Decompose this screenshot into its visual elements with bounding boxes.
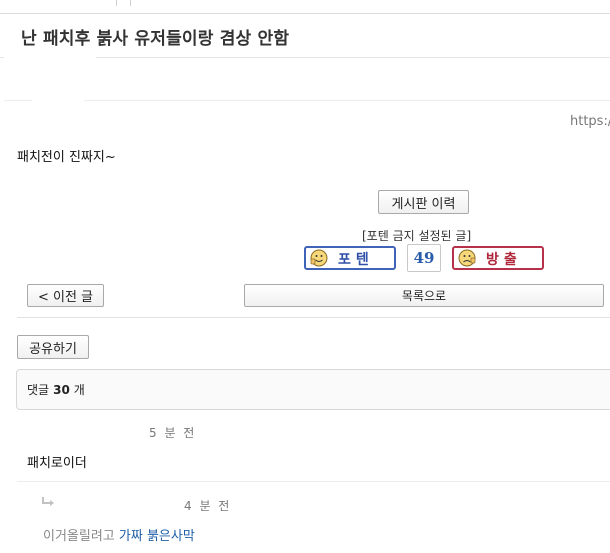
post-title: 난 패치후 붉사 유저들이랑 겸상 안함 [21, 29, 290, 49]
reply-mention-link[interactable]: 가짜 붉은사막 [119, 529, 195, 544]
reply-text-plain: 이거올릴려고 [43, 529, 115, 544]
comment-count-bar[interactable]: 댓글 30 개 [16, 369, 610, 410]
reply-timestamp: 4 분 전 [184, 499, 232, 513]
comment-divider [17, 481, 610, 482]
board-history-button[interactable]: 게시판 이력 [378, 190, 469, 214]
previous-post-button[interactable]: < 이전 글 [27, 284, 104, 307]
top-bar-tick [116, 0, 117, 6]
vote-down-button[interactable]: 방출 [452, 246, 544, 270]
source-link[interactable]: https:// [570, 114, 610, 129]
divider-fragment [4, 100, 32, 101]
thumbs-down-face-icon [458, 249, 476, 267]
potent-ban-note: [포텐 금지 설정된 글] [362, 229, 472, 243]
thumbs-up-face-icon [310, 249, 328, 267]
vote-count: 49 [407, 244, 441, 272]
title-divider [0, 57, 610, 58]
share-button[interactable]: 공유하기 [17, 335, 89, 359]
section-divider [17, 317, 610, 318]
reply-arrow-icon [42, 497, 54, 506]
divider-fragment [84, 100, 610, 101]
comment-count: 30 [53, 382, 70, 397]
comment-header-suffix: 개 [73, 383, 85, 397]
vote-down-label: 방출 [486, 252, 522, 268]
vote-up-button[interactable]: 포텐 [304, 246, 396, 270]
comment-text: 패치로이더 [27, 456, 87, 471]
back-to-list-button[interactable]: 목록으로 [244, 284, 604, 307]
comment-timestamp: 5 분 전 [149, 426, 197, 440]
reply-text: 이거올릴려고 가짜 붉은사막 [43, 525, 195, 544]
post-page: 난 패치후 붉사 유저들이랑 겸상 안함 https:// 패치전이 진짜지~ … [0, 0, 610, 553]
top-bar [0, 0, 610, 14]
vote-up-label: 포텐 [338, 252, 374, 268]
comment-header-prefix: 댓글 [27, 383, 50, 397]
post-body: 패치전이 진짜지~ [17, 150, 116, 165]
top-bar-tick [130, 0, 131, 6]
